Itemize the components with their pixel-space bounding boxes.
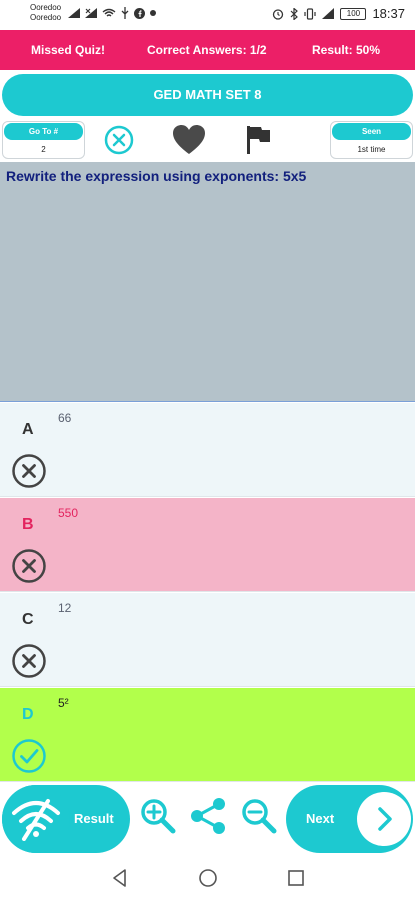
flag-icon[interactable] — [245, 124, 273, 156]
missed-quiz-label: Missed Quiz! — [31, 43, 106, 57]
bottom-action-bar: Result Next — [0, 782, 415, 856]
wifi-off-icon — [12, 799, 60, 841]
battery-level: 100 — [346, 8, 361, 18]
question-text: Rewrite the expression using exponents: … — [6, 168, 307, 184]
answer-option-c[interactable]: C 12 — [0, 593, 415, 687]
close-circle-icon[interactable] — [103, 124, 135, 156]
answer-letter: C — [22, 611, 34, 628]
result-percent-label: Result: 50% — [312, 43, 381, 57]
correct-answers-label: Correct Answers: 1/2 — [147, 43, 267, 57]
chevron-right-icon — [378, 807, 392, 831]
vibrate-icon — [304, 7, 317, 20]
seen-box: Seen 1st time — [330, 121, 413, 159]
goto-label: Go To # — [4, 123, 83, 140]
answer-letter: D — [22, 706, 34, 723]
zoom-in-icon[interactable] — [138, 796, 178, 836]
status-right: 100 18:37 — [272, 6, 405, 21]
signal-icon — [68, 8, 80, 18]
usb-icon — [121, 7, 129, 19]
quiz-summary-bar: Missed Quiz! Correct Answers: 1/2 Result… — [0, 30, 415, 70]
battery-indicator: 100 — [340, 7, 367, 20]
result-label: Result — [74, 811, 114, 826]
carrier-labels: Ooredoo Ooredoo — [30, 3, 61, 23]
next-label: Next — [306, 811, 335, 826]
status-left-icons — [68, 7, 156, 19]
wrong-mark-icon — [12, 644, 46, 678]
zoom-out-icon[interactable] — [239, 796, 279, 836]
answer-option-b[interactable]: B 550 — [0, 498, 415, 592]
seen-label: Seen — [332, 123, 411, 140]
wrong-mark-icon — [12, 549, 46, 583]
answer-option-d[interactable]: D 5² — [0, 688, 415, 782]
clock: 18:37 — [372, 6, 405, 21]
question-panel: Rewrite the expression using exponents: … — [0, 162, 415, 402]
check-mark-icon — [12, 739, 46, 773]
result-button[interactable]: Result — [2, 785, 130, 853]
answer-text: 550 — [58, 506, 79, 520]
system-nav-bar — [0, 856, 415, 900]
seen-value: 1st time — [357, 145, 386, 154]
carrier-1: Ooredoo — [30, 3, 62, 12]
facebook-icon — [134, 7, 145, 19]
status-bar: Ooredoo Ooredoo 100 18:37 — [0, 0, 415, 30]
goto-box[interactable]: Go To # 2 — [2, 121, 85, 159]
quiz-title: GED MATH SET 8 — [2, 74, 413, 116]
question-toolbar: Go To # 2 Seen 1st time — [0, 118, 415, 162]
answer-text: 66 — [58, 411, 72, 425]
signal-strength-icon — [322, 8, 335, 19]
dot-icon — [150, 10, 156, 16]
next-button[interactable]: Next — [286, 785, 413, 853]
signal-off-icon — [85, 8, 97, 18]
share-icon[interactable] — [188, 796, 228, 836]
alarm-icon — [273, 8, 284, 20]
goto-value: 2 — [41, 145, 46, 154]
carrier-2: Ooredoo — [30, 13, 62, 22]
next-circle — [357, 792, 411, 846]
answer-letter: B — [22, 516, 34, 533]
heart-icon[interactable] — [172, 124, 206, 156]
bluetooth-icon — [291, 7, 299, 20]
wifi-icon — [102, 8, 116, 17]
back-icon[interactable] — [110, 868, 130, 888]
result-circle — [2, 785, 70, 853]
answer-letter: A — [22, 421, 34, 438]
home-icon[interactable] — [198, 868, 218, 888]
wrong-mark-icon — [12, 454, 46, 488]
answer-option-a[interactable]: A 66 — [0, 403, 415, 497]
answer-text: 5² — [58, 696, 69, 710]
recents-icon[interactable] — [286, 868, 306, 888]
answer-text: 12 — [58, 601, 72, 615]
